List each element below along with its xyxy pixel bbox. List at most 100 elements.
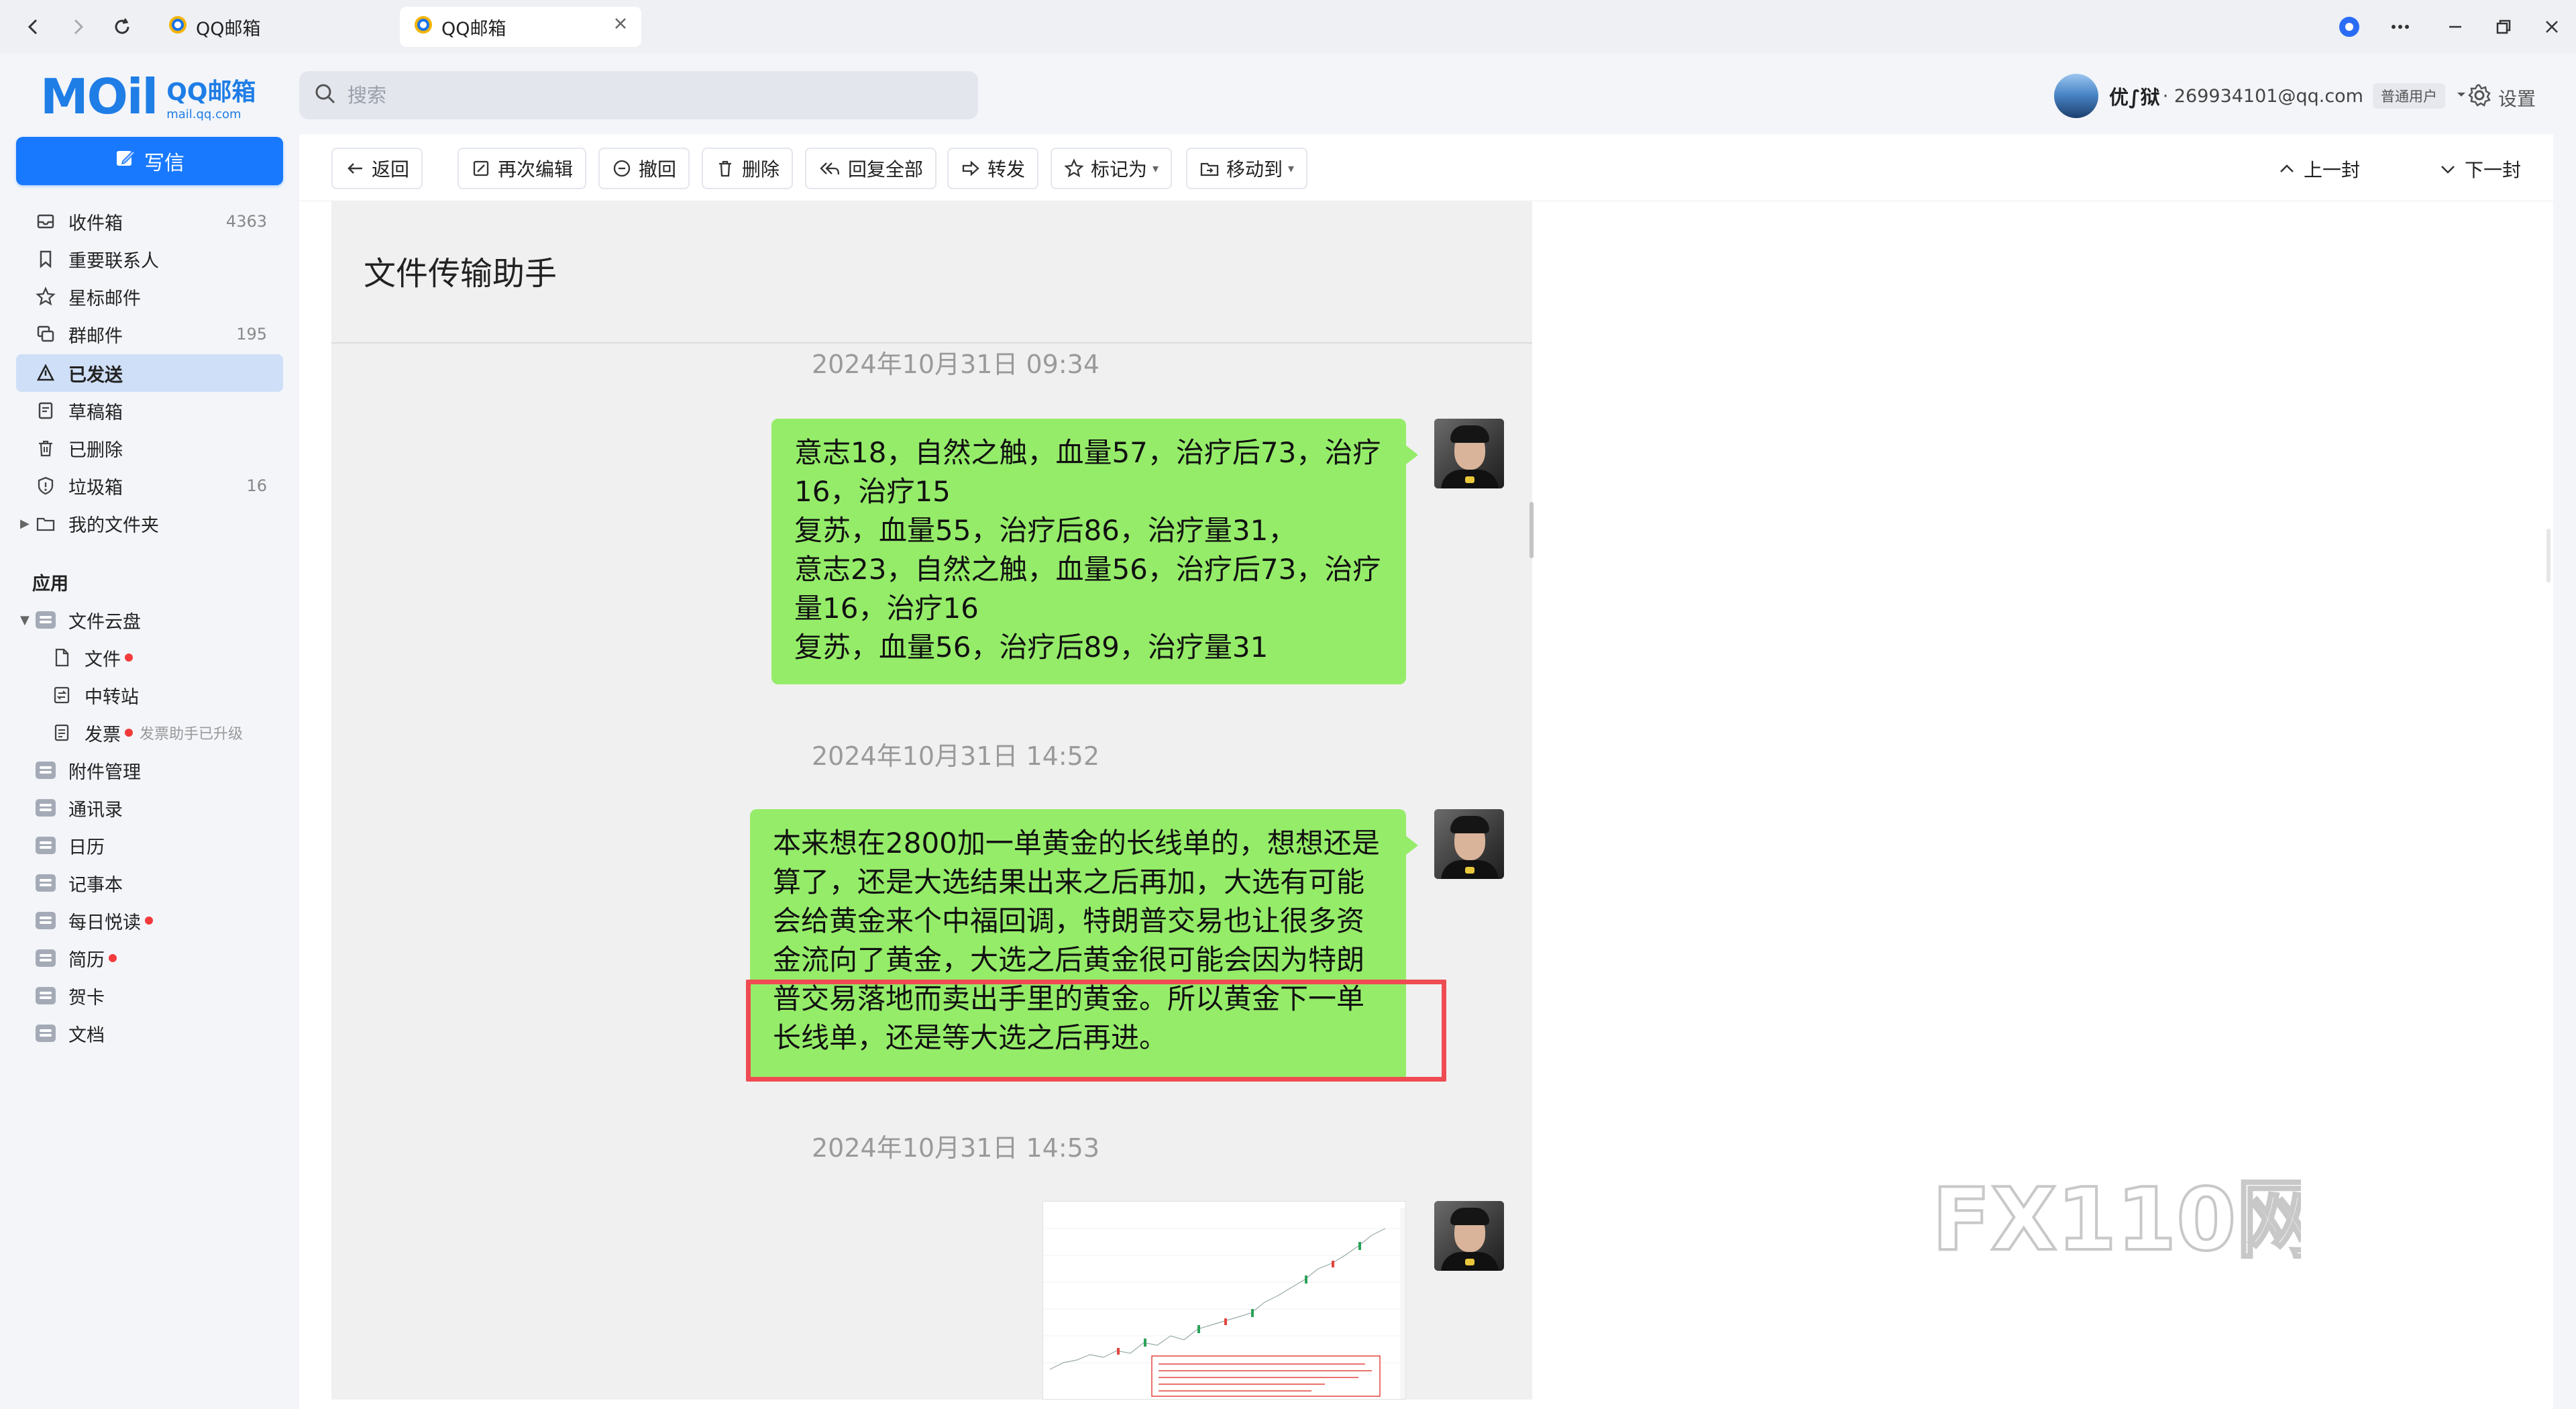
message-line: 会给黄金来个中福回调，特朗普交易也让很多资 — [773, 904, 1365, 937]
message-line: 意志18，自然之触，血量57，治疗后73，治疗 — [794, 436, 1381, 469]
new-dot — [125, 654, 133, 662]
watermark: FX110网 — [1925, 1167, 2323, 1271]
sidebar-item-label: 通讯录 — [68, 799, 123, 821]
new-dot — [109, 954, 117, 962]
highlight-annotation-box — [746, 980, 1446, 1082]
spam-shield-icon — [35, 475, 56, 497]
search-input[interactable] — [347, 84, 951, 107]
account-name: 优∫狱 — [2109, 86, 2160, 109]
settings-label: 设置 — [2498, 87, 2536, 110]
sender-avatar — [1434, 1201, 1504, 1271]
unread-count: 4363 — [225, 212, 267, 231]
close-window-icon[interactable] — [2532, 8, 2572, 46]
browser-reload-icon[interactable] — [103, 8, 141, 46]
sidebar-item-drafts[interactable]: 草稿箱 — [16, 392, 283, 429]
sidebar-item-label: 贺卡 — [68, 987, 105, 1008]
mark-as-dropdown[interactable]: 标记为 ▾ — [1051, 148, 1173, 189]
chart-image-thumbnail[interactable] — [1042, 1201, 1406, 1400]
sidebar-item-label: 群邮件 — [68, 325, 123, 347]
move-to-dropdown[interactable]: 移动到 ▾ — [1186, 148, 1308, 189]
browser-back-icon[interactable] — [15, 8, 52, 46]
chat-scrollbar[interactable] — [1529, 502, 1534, 558]
recall-label: 撤回 — [639, 158, 677, 180]
sidebar-item-label: 记事本 — [68, 874, 123, 896]
reply-all-button[interactable]: 回复全部 — [805, 148, 937, 189]
forward-button[interactable]: 转发 — [947, 148, 1039, 189]
inbox-icon — [35, 211, 56, 232]
sidebar-item-notepad[interactable]: 记事本 — [16, 864, 283, 902]
sidebar-item-attachments[interactable]: 附件管理 — [16, 751, 283, 789]
sidebar-item-contacts[interactable]: 通讯录 — [16, 789, 283, 827]
sidebar-item-deleted[interactable]: 已删除 — [16, 429, 283, 467]
search-box[interactable] — [299, 71, 978, 119]
sidebar-item-documents[interactable]: 文档 — [16, 1014, 283, 1052]
sidebar-item-greeting-card[interactable]: 贺卡 — [16, 977, 283, 1014]
collapse-arrow-icon[interactable]: ▼ — [20, 613, 30, 627]
watermark-text: FX110网 — [1932, 1170, 2301, 1268]
message-line: 意志23，自然之触，血量56，治疗后73，治疗 — [794, 553, 1381, 586]
back-label: 返回 — [372, 158, 410, 180]
sidebar-item-transfer-station[interactable]: 中转站 — [16, 676, 283, 714]
browser-tab-2[interactable]: QQ邮箱 — [400, 7, 641, 47]
browser-tab-1[interactable]: QQ邮箱 — [154, 7, 382, 47]
chat-bubble: 意志18，自然之触，血量57，治疗后73，治疗 16，治疗15 复苏，血量55，… — [771, 419, 1418, 684]
account-menu[interactable]: 优∫狱 · 269934101@qq.com 普通用户 — [2054, 72, 2468, 119]
restore-window-icon[interactable] — [2483, 8, 2524, 46]
star-icon — [35, 286, 56, 307]
chevron-down-icon: ▾ — [1152, 161, 1159, 176]
reply-all-icon — [820, 162, 840, 175]
sidebar-item-invoice[interactable]: 发票 发票助手已升级 — [16, 714, 283, 751]
sidebar-item-calendar[interactable]: 日历 — [16, 827, 283, 864]
settings-button[interactable]: 设置 — [2467, 83, 2536, 112]
close-tab-icon[interactable] — [612, 15, 629, 37]
avatar[interactable] — [2054, 74, 2098, 118]
recall-button[interactable]: 撤回 — [598, 148, 690, 189]
message-timestamp: 2024年10月31日 14:52 — [812, 741, 1100, 771]
trash-icon — [719, 160, 731, 177]
message-line: 金流向了黄金，大选之后黄金很可能会因为特朗 — [773, 943, 1365, 976]
sidebar-item-inbox[interactable]: 收件箱 4363 — [16, 203, 283, 240]
minimize-window-icon[interactable] — [2435, 8, 2475, 46]
more-options-icon[interactable] — [2380, 8, 2420, 46]
sidebar-item-daily-reading[interactable]: 每日悦读 — [16, 902, 283, 939]
previous-mail-button[interactable]: 上一封 — [2277, 152, 2360, 187]
sidebar-item-files[interactable]: 文件 — [16, 639, 283, 676]
chevron-down-icon[interactable] — [2455, 88, 2468, 104]
sidebar-item-group-mail[interactable]: 群邮件 195 — [16, 315, 283, 353]
chat-title: 文件传输助手 — [364, 255, 557, 293]
sidebar-item-sent[interactable]: 已发送 — [16, 354, 283, 392]
group-mail-icon — [35, 323, 56, 345]
message-line: 复苏，血量55，治疗后86，治疗量31， — [794, 514, 1297, 547]
sidebar-item-resume[interactable]: 简历 — [16, 939, 283, 977]
expand-arrow-icon[interactable]: ▶ — [20, 517, 30, 531]
browser-forward-icon[interactable] — [59, 8, 97, 46]
sidebar-item-my-folders[interactable]: ▶ 我的文件夹 — [16, 505, 283, 542]
bookmark-icon — [35, 248, 56, 270]
sidebar-item-spam[interactable]: 垃圾箱 16 — [16, 467, 283, 505]
sidebar-item-label: 附件管理 — [68, 762, 141, 783]
qqmail-favicon-icon — [413, 15, 433, 40]
sidebar: 写信 收件箱 4363 重要联系人 星标邮件 群邮件 195 已发送 草稿箱 已… — [0, 134, 299, 1409]
sidebar-item-label: 文件 — [85, 649, 121, 670]
sidebar-item-file-cloud[interactable]: ▼ 文件云盘 — [16, 601, 283, 639]
mail-toolbar: 返回 再次编辑 撤回 删除 回复全部 转发 标记为 ▾ 移动到 ▾ 上一封 下一… — [299, 134, 2553, 201]
sidebar-item-label: 中转站 — [85, 686, 139, 708]
search-icon — [314, 83, 337, 108]
browser-extension-icon[interactable] — [2329, 8, 2369, 46]
compose-button[interactable]: 写信 — [16, 137, 283, 185]
chart-thumbnail-drawing — [1043, 1202, 1405, 1399]
qqmail-favicon-icon — [168, 15, 188, 40]
back-button[interactable]: 返回 — [331, 148, 423, 189]
delete-button[interactable]: 删除 — [702, 148, 794, 189]
edit-again-button[interactable]: 再次编辑 — [458, 148, 587, 189]
qqmail-logo[interactable]: MOil QQ邮箱 mail.qq.com — [40, 68, 256, 125]
sidebar-item-starred[interactable]: 星标邮件 — [16, 278, 283, 315]
sidebar-item-important-contacts[interactable]: 重要联系人 — [16, 240, 283, 278]
logo-title: QQ邮箱 — [166, 78, 256, 106]
tab-title: QQ邮箱 — [441, 18, 506, 40]
move-to-label: 移动到 — [1226, 158, 1283, 180]
trash-icon — [35, 437, 56, 459]
page-scrollbar[interactable] — [2546, 529, 2551, 582]
next-mail-button[interactable]: 下一封 — [2438, 152, 2521, 187]
browser-chrome: QQ邮箱 QQ邮箱 — [0, 0, 2576, 54]
